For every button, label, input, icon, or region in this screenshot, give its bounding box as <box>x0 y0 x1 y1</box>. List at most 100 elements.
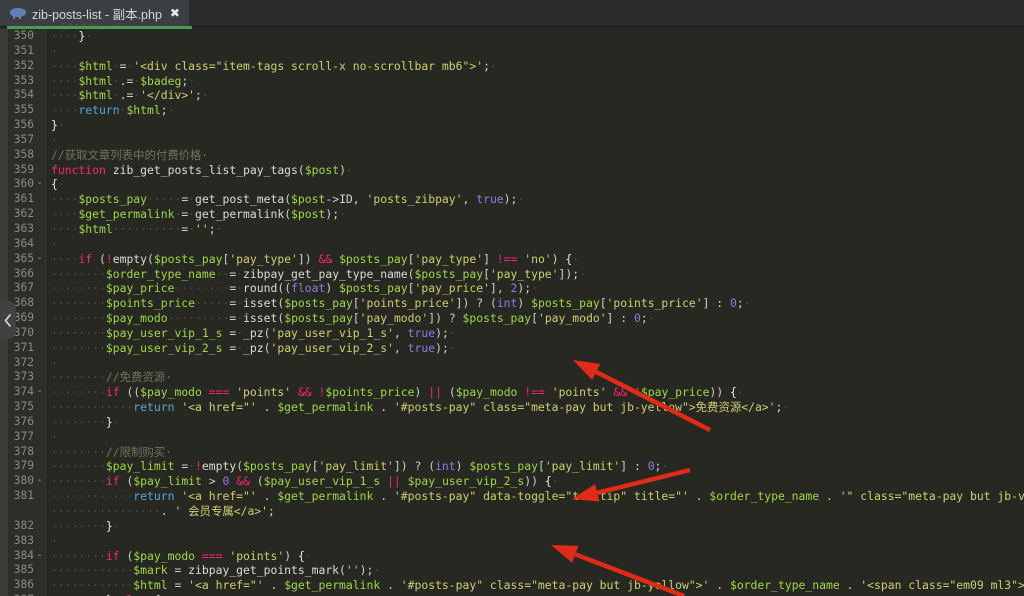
code-line-text: ············return '<a href="' . $get_pe… <box>51 489 1024 504</box>
code-line[interactable]: 354 ····$html·.=·'</div>';· <box>0 88 1024 103</box>
code-line[interactable]: 365-····if (!empty($posts_pay['pay_type'… <box>0 252 1024 267</box>
code-line[interactable]: 381 ············return '<a href="' . $get… <box>0 489 1024 504</box>
code-line[interactable]: 353 ····$html·.=·$badeg;· <box>0 74 1024 89</box>
code-line[interactable]: 372· <box>0 356 1024 371</box>
progress-bar <box>7 26 192 29</box>
line-number: 359 <box>0 163 34 178</box>
code-line[interactable]: 356 }· <box>0 118 1024 133</box>
line-number: 379 <box>0 459 34 474</box>
code-line[interactable]: 362····$get_permalink·=·get_permalink($p… <box>0 207 1024 222</box>
line-number: 355 <box>0 103 34 118</box>
code-fold-marker[interactable]: - <box>36 474 43 489</box>
code-line[interactable]: 374-········if (($pay_modo === 'points' … <box>0 385 1024 400</box>
code-content[interactable]: 350 ····}· 351 · 352 ····$html·=·'<div class=… <box>0 29 1024 596</box>
line-number: 384 <box>0 549 34 564</box>
line-number: 367 <box>0 281 34 296</box>
code-line[interactable]: 357· <box>0 133 1024 148</box>
code-line[interactable]: 378 ········//限制购买· <box>0 445 1024 460</box>
line-number: 385 <box>0 563 34 578</box>
line-number: 358 <box>0 148 34 163</box>
code-line[interactable]: 355····return·$html;· <box>0 103 1024 118</box>
code-line[interactable]: 380-········if ($pay_limit > 0 && ($pay_… <box>0 474 1024 489</box>
line-number: 350 <box>0 29 34 44</box>
line-number: 351 <box>0 44 34 59</box>
close-icon[interactable]: ✖ <box>170 7 180 19</box>
line-number: 364 <box>0 237 34 252</box>
code-line[interactable]: 361 ····$posts_pay·····=·get_post_meta($p… <box>0 192 1024 207</box>
code-fold-marker[interactable]: - <box>36 177 43 192</box>
line-number: 365 <box>0 252 34 267</box>
code-line-text: ····$html·.=·$badeg;· <box>51 74 1024 89</box>
code-line[interactable]: 358//获取文章列表中的付费价格· <box>0 148 1024 163</box>
line-number: 356 <box>0 118 34 133</box>
code-line[interactable]: 351 · <box>0 44 1024 59</box>
code-line[interactable]: 364· <box>0 237 1024 252</box>
code-line-text: ····if (!empty($posts_pay['pay_type']) &… <box>51 252 1024 267</box>
code-line[interactable]: 376········}· <box>0 415 1024 430</box>
line-number: 361 <box>0 192 34 207</box>
code-line-text: ············return '<a href="' . $get_pe… <box>51 400 1024 415</box>
code-fold-marker[interactable]: - <box>36 252 43 267</box>
code-line-text: ····$get_permalink·=·get_permalink($post… <box>51 207 1024 222</box>
line-number: 353 <box>0 74 34 89</box>
code-line-text: ········if (($pay_modo === 'points' && !… <box>51 385 1024 400</box>
code-line[interactable]: 370········$pay_user_vip_1_s =·_pz('pay_… <box>0 326 1024 341</box>
code-line-text: ············$html = '<a href="' . $get_p… <box>51 578 1024 593</box>
line-number: 354 <box>0 88 34 103</box>
code-line[interactable]: 359function zib_get_posts_list_pay_tags(… <box>0 163 1024 178</box>
code-line-text: ····$html··········=·'';· <box>51 222 1024 237</box>
code-line[interactable]: 360-{· <box>0 177 1024 192</box>
code-editor-area[interactable]: 350 ····}· 351 · 352 ····$html·=·'<div class=… <box>0 29 1024 596</box>
code-fold-marker[interactable]: - <box>36 385 43 400</box>
code-line[interactable]: 350 ····}· <box>0 29 1024 44</box>
code-line-text: ········$order_type_name··=·zibpay_get_p… <box>51 267 1024 282</box>
code-line[interactable]: 352 ····$html·=·'<div class="item-tags sc… <box>0 59 1024 74</box>
code-line[interactable]: 366········$order_type_name··=·zibpay_ge… <box>0 267 1024 282</box>
code-line[interactable]: 375············return '<a href="' . $get… <box>0 400 1024 415</box>
code-line-text: ····}· <box>51 29 1024 44</box>
code-line-text: · <box>51 534 1024 549</box>
code-line[interactable]: ················. ' 会员专属</a>'; <box>0 504 1024 519</box>
code-line-text: ········$pay_modo·········=·isset($posts… <box>51 311 1024 326</box>
code-line-text: ····$posts_pay·····=·get_post_meta($post… <box>51 192 1024 207</box>
code-line[interactable]: 371········$pay_user_vip_2_s =·_pz('pay_… <box>0 341 1024 356</box>
code-line[interactable]: 379········$pay_limit =·!empty($posts_pa… <box>0 459 1024 474</box>
line-number: 377 <box>0 430 34 445</box>
code-line[interactable]: 385 ············$mark = zibpay_get_points… <box>0 563 1024 578</box>
code-line-text: ····$html·.=·'</div>';· <box>51 88 1024 103</box>
code-line[interactable]: 363 ····$html··········=·'';· <box>0 222 1024 237</box>
code-line-text: · <box>51 356 1024 371</box>
code-line[interactable]: 367········$pay_price········=·round((fl… <box>0 281 1024 296</box>
code-line[interactable]: 382 ········}· <box>0 519 1024 534</box>
code-line-text: ················. ' 会员专属</a>'; <box>51 504 1024 519</box>
code-line[interactable]: 384-········if ($pay_modo === 'points') … <box>0 549 1024 564</box>
code-fold-marker[interactable]: - <box>36 549 43 564</box>
line-number: 376 <box>0 415 34 430</box>
code-line-text: ········}· <box>51 519 1024 534</box>
collapse-panel-chevron-left-icon[interactable] <box>0 301 16 339</box>
code-line-text: · <box>51 430 1024 445</box>
line-number: 363 <box>0 222 34 237</box>
line-number: 386 <box>0 578 34 593</box>
line-number: 382 <box>0 519 34 534</box>
code-line-text: ····$html·=·'<div class="item-tags scrol… <box>51 59 1024 74</box>
code-line-text: ············$mark = zibpay_get_points_ma… <box>51 563 1024 578</box>
php-elephant-icon <box>10 8 26 18</box>
line-number: 378 <box>0 445 34 460</box>
code-line[interactable]: 386 ············$html = '<a href="' . $ge… <box>0 578 1024 593</box>
code-line[interactable]: 383 · <box>0 534 1024 549</box>
line-number: 360 <box>0 177 34 192</box>
chevron-left-icon <box>4 314 12 327</box>
code-line-text: ········$pay_user_vip_1_s =·_pz('pay_use… <box>51 326 1024 341</box>
line-number: 383 <box>0 534 34 549</box>
code-editor-window: zib-posts-list - 副本.php ✖ $badeg .= ... … <box>0 0 1024 596</box>
code-line[interactable]: 369········$pay_modo·········=·isset($po… <box>0 311 1024 326</box>
code-line-text: · <box>51 44 1024 59</box>
code-line-text: ········//限制购买· <box>51 445 1024 460</box>
code-line[interactable]: 377 · <box>0 430 1024 445</box>
line-number: 352 <box>0 59 34 74</box>
code-line[interactable]: 373········//免费资源· <box>0 370 1024 385</box>
code-line-text: }· <box>51 118 1024 133</box>
line-number: 381 <box>0 489 34 504</box>
code-line[interactable]: 368········$points_price·····=·isset($po… <box>0 296 1024 311</box>
